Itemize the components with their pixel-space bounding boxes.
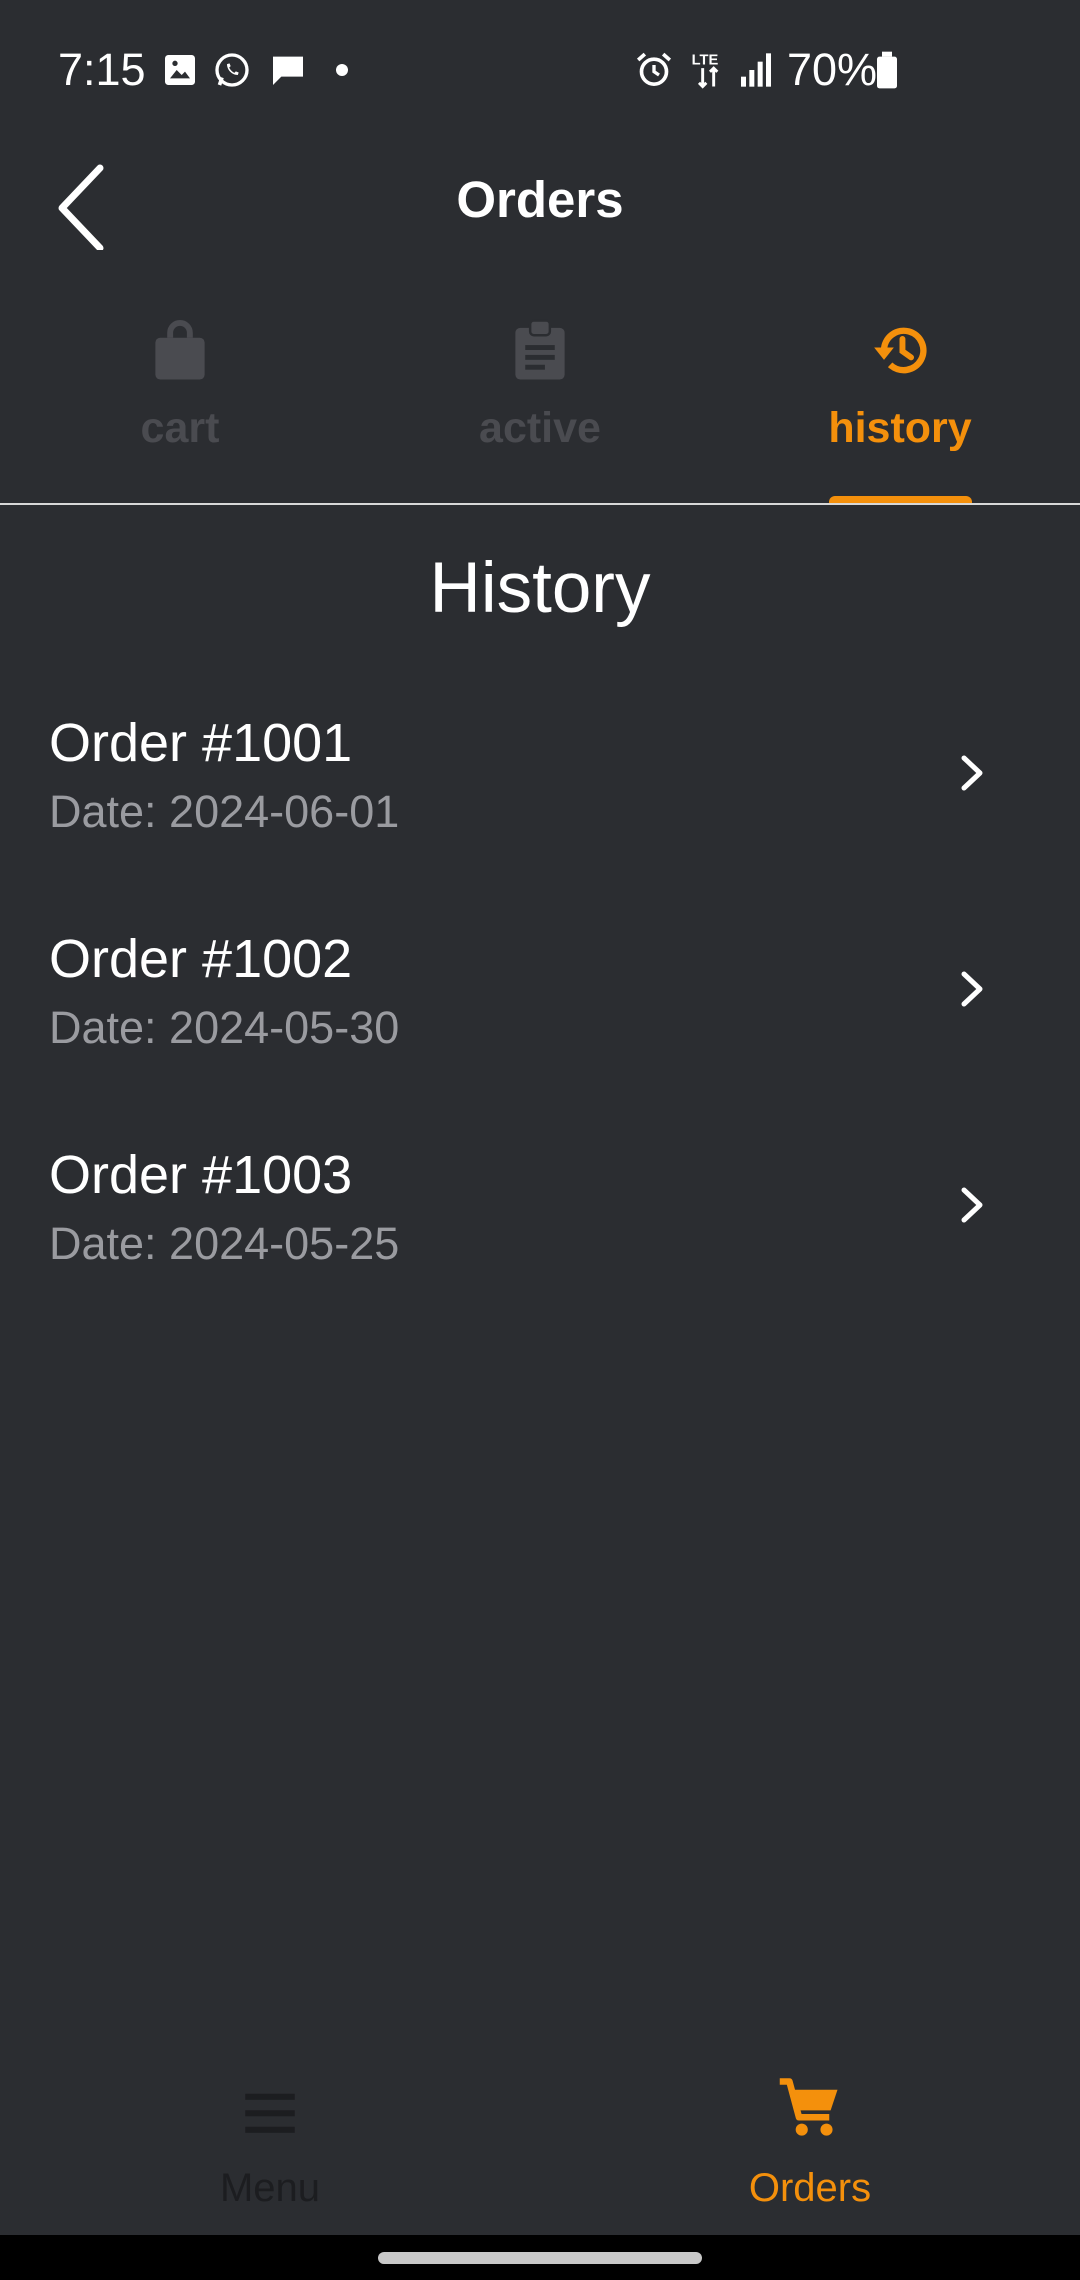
alarm-icon [636, 52, 672, 86]
nav-label: Orders [748, 2166, 872, 2210]
tab-label: history [828, 404, 972, 452]
battery-icon [877, 51, 897, 89]
nav-label: Menu [219, 2166, 321, 2210]
tab-label: active [479, 404, 601, 452]
tab-label: cart [140, 404, 220, 452]
history-icon [874, 327, 927, 374]
nav-item-menu[interactable]: Menu [0, 2060, 540, 2235]
tab-active[interactable]: active [360, 300, 720, 505]
order-title: Order #1001 [49, 713, 353, 773]
home-indicator[interactable] [378, 2252, 702, 2264]
signal-icon [741, 53, 771, 87]
order-tabs: cart active history [0, 300, 1080, 505]
svg-text:LTE: LTE [692, 53, 719, 69]
whatsapp-icon [215, 53, 249, 87]
shopping-cart-icon [779, 2078, 838, 2136]
battery-percent: 70% [787, 44, 878, 95]
tab-cart[interactable]: cart [0, 300, 360, 505]
clipboard-icon [515, 319, 565, 380]
order-date: Date: 2024-05-25 [49, 1218, 400, 1269]
order-title: Order #1002 [49, 929, 353, 989]
status-bar: 7:15 LTE 70% [0, 0, 1080, 140]
chevron-right-icon [961, 755, 983, 791]
page-title: Orders [456, 171, 624, 228]
bottom-navigation: Menu Orders [0, 2060, 1080, 2235]
section-title: History [429, 549, 651, 628]
hamburger-menu-icon [245, 2093, 295, 2133]
notification-dot [336, 64, 348, 76]
order-list-item[interactable]: Order #1002 Date: 2024-05-30 [0, 928, 1080, 1128]
chat-bubble-icon [273, 56, 303, 85]
tab-history[interactable]: history [720, 300, 1080, 505]
order-date: Date: 2024-05-30 [49, 1002, 400, 1053]
shopping-bag-icon [155, 319, 205, 380]
order-title: Order #1003 [49, 1145, 353, 1205]
status-time: 7:15 [58, 44, 146, 95]
app-bar: Orders [0, 140, 1080, 260]
lte-data-icon: LTE [692, 53, 719, 89]
order-list-item[interactable]: Order #1003 Date: 2024-05-25 [0, 1144, 1080, 1344]
chevron-right-icon [961, 1187, 983, 1223]
order-date: Date: 2024-06-01 [49, 786, 400, 837]
nav-item-orders[interactable]: Orders [540, 2060, 1080, 2235]
tabs-divider [0, 503, 1080, 505]
order-list-item[interactable]: Order #1001 Date: 2024-06-01 [0, 712, 1080, 912]
image-notification-icon [165, 55, 195, 85]
chevron-right-icon [961, 971, 983, 1007]
